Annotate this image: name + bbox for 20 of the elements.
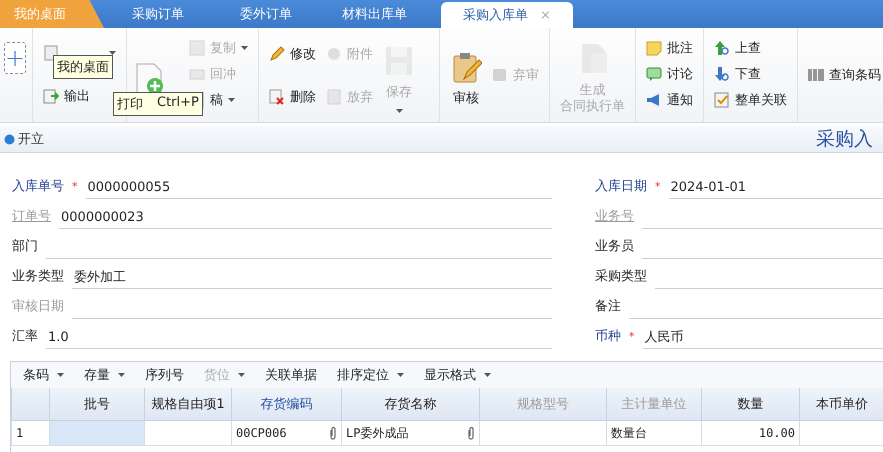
field-label: 币种 <box>595 328 621 346</box>
field-label: 审核日期 <box>12 298 64 316</box>
field-label: 备注 <box>595 298 621 316</box>
required-icon: * <box>655 180 660 199</box>
shortcut-text: Ctrl+P <box>157 95 199 112</box>
field-label: 入库单号 <box>12 178 64 196</box>
tooltip-text: 我的桌面 <box>57 59 109 76</box>
field-label: 汇率 <box>12 328 38 346</box>
field-label: 入库日期 <box>595 178 647 196</box>
field-label: 部门 <box>12 238 38 256</box>
cell-text: 00CP006 <box>236 426 287 440</box>
required-icon: * <box>72 180 78 199</box>
tooltip-text: 打印 <box>117 96 143 113</box>
cell-text: LP委外成品 <box>346 424 408 442</box>
field-label: 业务类型 <box>12 268 64 286</box>
field-label: 采购类型 <box>595 268 647 286</box>
required-icon: * <box>629 330 634 349</box>
form-title: 采购入 <box>816 127 874 152</box>
status-label: 开立 <box>18 131 44 148</box>
field-label: 业务员 <box>595 238 634 256</box>
